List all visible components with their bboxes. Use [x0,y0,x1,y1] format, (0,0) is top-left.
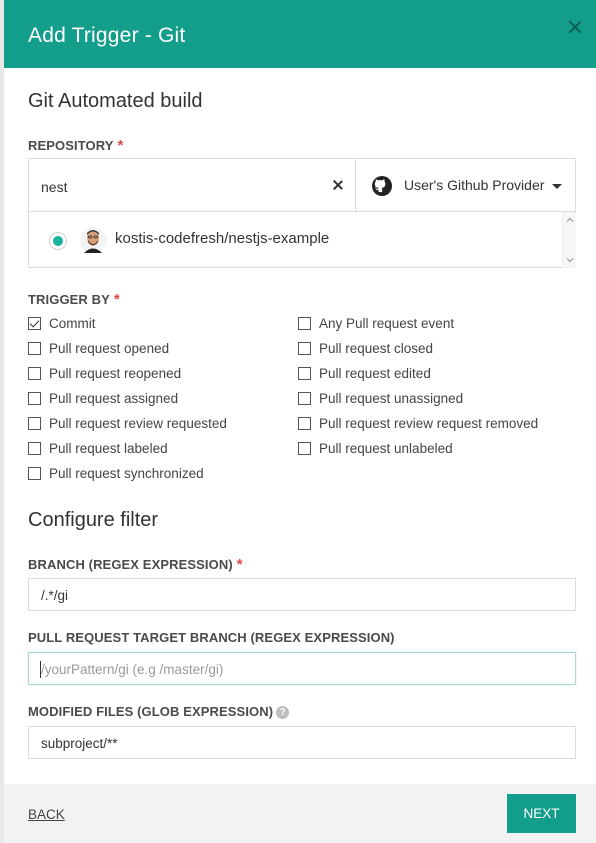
pr-target-branch-placeholder: /yourPattern/gi (e.g /master/gi) [41,662,224,677]
trigger-option-pull-request-unassigned[interactable]: Pull request unassigned [298,389,463,407]
modified-files-label: MODIFIED FILES (GLOB EXPRESSION)? [28,704,290,719]
checkbox[interactable] [28,416,41,430]
section-title: Git Automated build [28,90,203,112]
checkbox[interactable] [298,316,311,330]
checkbox-label: Any Pull request event [319,315,455,331]
repository-label: REPOSITORY * [28,137,123,154]
repository-search-input[interactable]: nest [29,159,356,212]
trigger-option-pull-request-closed[interactable]: Pull request closed [298,339,433,357]
trigger-by-label: TRIGGER BY * [28,291,120,308]
checkbox[interactable] [298,391,311,405]
repository-search-value: nest [41,179,68,195]
trigger-option-pull-request-reopened[interactable]: Pull request reopened [28,364,181,382]
provider-label: User's Github Provider [404,177,545,193]
required-mark: * [113,291,120,308]
trigger-option-pull-request-unlabeled[interactable]: Pull request unlabeled [298,439,453,457]
checkbox-label: Pull request assigned [49,390,179,406]
checkbox-label: Pull request review requested [49,415,227,431]
repository-name[interactable]: kostis-codefresh/nestjs-example [115,230,329,247]
pr-target-branch-input[interactable]: /yourPattern/gi (e.g /master/gi) [28,652,576,685]
help-icon[interactable]: ? [276,706,290,719]
trigger-option-any-pull-request-event[interactable]: Any Pull request event [298,314,454,332]
checkbox[interactable] [28,466,41,480]
checkbox[interactable] [28,316,41,330]
repository-list: kostis-codefresh/nestjs-example [29,212,576,268]
modified-files-label-text: MODIFIED FILES (GLOB EXPRESSION) [28,704,274,719]
github-icon [372,176,392,196]
checkbox[interactable] [28,441,41,455]
trigger-option-pull-request-edited[interactable]: Pull request edited [298,364,431,382]
trigger-option-pull-request-labeled[interactable]: Pull request labeled [28,439,168,457]
repository-label-text: REPOSITORY [28,138,114,153]
branch-input[interactable]: /.*/gi [28,578,576,611]
modal-footer: BACK NEXT [4,784,596,843]
configure-filter-title: Configure filter [28,509,159,531]
chevron-down-icon [552,184,562,189]
checkbox-label: Pull request closed [319,340,434,356]
checkbox-label: Pull request edited [319,365,431,381]
trigger-option-pull-request-assigned[interactable]: Pull request assigned [28,389,178,407]
checkbox-label: Pull request review request removed [319,415,539,431]
checkbox[interactable] [298,441,311,455]
required-mark: * [117,137,124,154]
checkbox[interactable] [28,366,41,380]
pr-target-branch-label: PULL REQUEST TARGET BRANCH (REGEX EXPRES… [28,630,395,645]
repository-list-scrollbar[interactable] [562,212,576,268]
scroll-down-icon[interactable] [566,256,574,264]
checkbox-label: Pull request unassigned [319,390,464,406]
repository-picker: nest User's Github Provider kostis-codef… [28,158,576,268]
branch-input-value: /.*/gi [41,588,69,603]
trigger-by-label-text: TRIGGER BY [28,292,110,307]
checkbox-label: Pull request opened [49,340,170,356]
trigger-option-pull-request-review-requested[interactable]: Pull request review requested [28,414,227,432]
provider-dropdown[interactable]: User's Github Provider [356,159,576,212]
branch-label: BRANCH (REGEX EXPRESSION) * [28,556,243,573]
checkbox[interactable] [298,416,311,430]
modal-header: Add Trigger - Git [4,0,596,68]
scroll-up-icon[interactable] [566,216,574,224]
required-mark: * [236,556,243,573]
checkbox-label: Pull request labeled [49,440,168,456]
branch-label-text: BRANCH (REGEX EXPRESSION) [28,557,233,572]
modified-files-input-value: subproject/** [41,736,118,751]
add-trigger-modal: Add Trigger - Git Git Automated build RE… [4,0,596,843]
avatar [80,227,106,253]
trigger-option-commit[interactable]: Commit [28,314,96,332]
checkbox-label: Pull request synchronized [49,465,204,481]
modified-files-input[interactable]: subproject/** [28,726,576,759]
checkbox[interactable] [298,366,311,380]
checkbox-label: Commit [49,315,96,331]
modal-title: Add Trigger - Git [28,24,186,47]
trigger-option-pull-request-synchronized[interactable]: Pull request synchronized [28,464,204,482]
close-icon[interactable] [568,20,582,34]
trigger-option-pull-request-review-request-removed[interactable]: Pull request review request removed [298,414,538,432]
next-button[interactable]: NEXT [507,794,576,833]
checkbox-label: Pull request unlabeled [319,440,453,456]
back-button[interactable]: BACK [28,807,65,822]
trigger-option-pull-request-opened[interactable]: Pull request opened [28,339,169,357]
checkbox[interactable] [28,391,41,405]
checkbox-label: Pull request reopened [49,365,182,381]
clear-search-icon[interactable] [332,179,344,191]
repository-radio[interactable] [49,232,67,250]
checkbox[interactable] [298,341,311,355]
checkbox[interactable] [28,341,41,355]
